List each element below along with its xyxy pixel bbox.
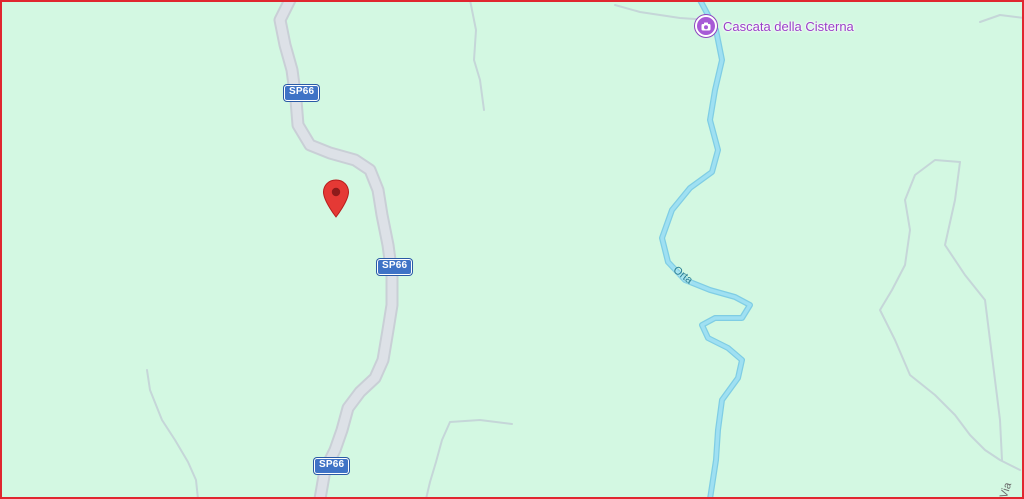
road-shield-sp66: SP66 — [314, 458, 350, 474]
road-shield-sp66: SP66 — [377, 259, 413, 275]
river-orta-edge — [659, 2, 753, 497]
map-base-layer — [146, 2, 1022, 497]
trail-east-loop — [879, 159, 1021, 471]
map-pin-icon[interactable] — [322, 179, 350, 224]
poi-label: Cascata della Cisterna — [723, 18, 854, 34]
trail-south — [425, 419, 513, 497]
road-shield-sp66: SP66 — [284, 85, 320, 101]
map-canvas[interactable]: SP66 SP66 SP66 Orta Via Cascata della Ci… — [0, 0, 1024, 499]
trail-southwest — [146, 369, 199, 497]
trail-topright — [979, 14, 1022, 23]
road-sp66 — [275, 2, 397, 497]
trail-east-inner — [944, 161, 1003, 461]
river-orta — [660, 2, 752, 497]
poi-cascata-della-cisterna[interactable]: Cascata della Cisterna — [695, 15, 854, 37]
trail-north — [469, 2, 485, 111]
camera-icon — [695, 15, 717, 37]
